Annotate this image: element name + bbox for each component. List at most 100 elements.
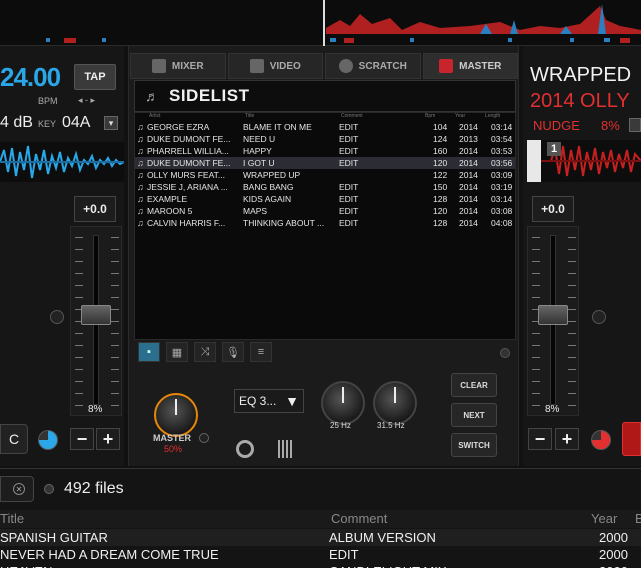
mixer-icon <box>151 59 166 73</box>
key-menu-icon[interactable]: ▾ <box>104 116 118 130</box>
sidelist-cell-length: 03:14 <box>491 122 513 132</box>
browser-dot[interactable] <box>44 484 54 494</box>
master-knob[interactable] <box>154 393 198 437</box>
chevron-down-icon: ▼ <box>285 393 299 409</box>
col-comment[interactable]: Comment <box>341 113 363 119</box>
sidelist-cell-length: 03:54 <box>491 134 513 144</box>
sidelist-cell-artist: MAROON 5 <box>147 206 193 216</box>
music-note-icon: ♫ <box>137 194 144 204</box>
sidelist-table[interactable]: Artist Title Comment Bpm Year Length ♫ GE… <box>134 112 516 340</box>
clear-button[interactable]: CLEAR <box>451 373 497 397</box>
eq-select[interactable]: EQ 3... ▼ <box>234 389 304 413</box>
right-minus-button[interactable]: − <box>528 428 552 450</box>
video-icon <box>249 59 264 73</box>
search-input[interactable]: ✕ <box>0 476 34 502</box>
sidelist-cell-year: 2014 <box>459 206 478 216</box>
sidelist-row[interactable]: ♫ EXAMPLE KIDS AGAIN EDIT 128 2014 03:14 <box>135 193 515 205</box>
col-artist[interactable]: Artist <box>149 113 160 119</box>
left-bpm-label: BPM <box>38 96 58 106</box>
sidelist-column-headers: Artist Title Comment Bpm Year Length <box>135 113 515 121</box>
sidelist-row[interactable]: ♫ DUKE DUMONT FE... I GOT U EDIT 120 2014 03:5… <box>135 157 515 169</box>
cue-marker[interactable]: 1 <box>547 142 561 156</box>
col-title[interactable]: Title <box>245 113 254 119</box>
left-deck-waveform[interactable] <box>0 142 125 182</box>
tab-scratch[interactable]: SCRATCH <box>325 53 421 79</box>
sidelist-cell-year: 2014 <box>459 122 478 132</box>
tab-video-label: VIDEO <box>269 60 301 72</box>
left-fader-dot[interactable] <box>50 310 64 324</box>
sidelist-cell-artist: CALVIN HARRIS F... <box>147 218 226 228</box>
right-track-title: WRAPPED <box>530 64 632 86</box>
sidelist-cell-title: WRAPPED UP <box>243 170 301 180</box>
sidelist-row[interactable]: ♫ JESSIE J, ARIANA ... BANG BANG EDIT 150 201… <box>135 181 515 193</box>
sidelist-row[interactable]: ♫ MAROON 5 MAPS EDIT 120 2014 03:08 <box>135 205 515 217</box>
col-bpm[interactable]: Bpm <box>425 113 435 119</box>
col-b-header[interactable]: B <box>635 511 641 526</box>
left-pitch-fader[interactable] <box>70 226 122 416</box>
toolbar-dot[interactable] <box>500 348 510 358</box>
col-title-header[interactable]: Title <box>0 511 24 526</box>
sidelist-row[interactable]: ♫ DUKE DUMONT FE... NEED U EDIT 124 2013 03:54 <box>135 133 515 145</box>
right-pitch-fader[interactable] <box>527 226 579 416</box>
nudge-label: NUDGE <box>533 118 580 133</box>
playlist-icon: ♬ <box>145 88 159 104</box>
sidelist-cell-artist: JESSIE J, ARIANA ... <box>147 182 228 192</box>
eq-knob-25hz[interactable] <box>321 381 365 425</box>
next-button[interactable]: NEXT <box>451 403 497 427</box>
sidelist-row[interactable]: ♫ PHARRELL WILLIA... HAPPY EDIT 160 2014 03:53 <box>135 145 515 157</box>
left-gain: 4 dB <box>0 114 33 131</box>
right-play-button[interactable] <box>622 422 641 456</box>
right-plus-button[interactable]: + <box>555 428 579 450</box>
left-edge-button[interactable]: C <box>0 424 28 454</box>
master-dot[interactable] <box>199 433 209 443</box>
col-comment-header[interactable]: Comment <box>331 511 387 526</box>
settings-grid-icon[interactable] <box>278 440 292 458</box>
right-fader-dot[interactable] <box>592 310 606 324</box>
record-icon[interactable] <box>236 440 254 458</box>
col-year[interactable]: Year <box>455 113 465 119</box>
left-minus-button[interactable]: − <box>70 428 94 450</box>
music-note-icon: ♫ <box>137 158 144 168</box>
left-sync-icon[interactable] <box>38 430 58 450</box>
col-year-header[interactable]: Year <box>591 511 617 526</box>
right-deck-waveform[interactable]: 1 <box>527 140 641 182</box>
col-length[interactable]: Length <box>485 113 500 119</box>
tab-master-label: MASTER <box>459 60 502 72</box>
sidelist-row[interactable]: ♫ OLLY MURS FEAT... WRAPPED UP 122 2014 03:09 <box>135 169 515 181</box>
right-menu-icon[interactable] <box>629 118 641 132</box>
sidelist-row[interactable]: ♫ CALVIN HARRIS F... THINKING ABOUT ... EDI… <box>135 217 515 229</box>
browser-cell-title: SPANISH GUITAR <box>0 530 108 545</box>
sidelist-cell-comment: EDIT <box>339 182 359 192</box>
sidelist-cell-artist: EXAMPLE <box>147 194 188 204</box>
left-pitch-handle[interactable] <box>81 305 111 325</box>
browser-row[interactable]: SPANISH GUITAR ALBUM VERSION 2000 <box>0 529 641 546</box>
sidelist-cell-length: 03:09 <box>491 170 513 180</box>
sidelist-cell-title: KIDS AGAIN <box>243 194 292 204</box>
tab-master[interactable]: MASTER <box>422 53 518 79</box>
sidelist-cell-title: BLAME IT ON ME <box>243 122 312 132</box>
right-pitch-handle[interactable] <box>538 305 568 325</box>
browser-cell-comment: ALBUM VERSION <box>329 530 436 545</box>
tab-video[interactable]: VIDEO <box>227 53 323 79</box>
overview-waveform[interactable] <box>0 0 641 46</box>
grid-view-icon[interactable]: ▦ <box>166 342 188 362</box>
microphone-icon[interactable]: 🎙 <box>222 342 244 362</box>
master-icon <box>439 59 454 73</box>
sidelist-cell-bpm: 128 <box>433 218 448 228</box>
sidelist-row[interactable]: ♫ GEORGE EZRA BLAME IT ON ME EDIT 104 2014 03:… <box>135 121 515 133</box>
eq-knob-31hz[interactable] <box>373 381 417 425</box>
list-view-icon[interactable]: ▪ <box>138 342 160 362</box>
right-sync-icon[interactable] <box>591 430 611 450</box>
add-to-list-icon[interactable]: ≡ <box>250 342 272 362</box>
switch-button[interactable]: SWITCH <box>451 433 497 457</box>
sidelist-cell-artist: OLLY MURS FEAT... <box>147 170 225 180</box>
file-count: 492 files <box>64 480 124 497</box>
browser-row[interactable]: HEAVEN CANDLELIGHT MIX 2000 <box>0 563 641 568</box>
tap-button[interactable]: TAP <box>74 64 116 90</box>
clear-search-icon[interactable]: ✕ <box>13 483 25 495</box>
browser-row[interactable]: NEVER HAD A DREAM COME TRUE EDIT 2000 <box>0 546 641 563</box>
pitch-nav[interactable]: ◂ - ▸ <box>78 95 95 106</box>
left-plus-button[interactable]: + <box>96 428 120 450</box>
shuffle-icon[interactable]: ⤨ <box>194 342 216 362</box>
tab-mixer[interactable]: MIXER <box>130 53 226 79</box>
